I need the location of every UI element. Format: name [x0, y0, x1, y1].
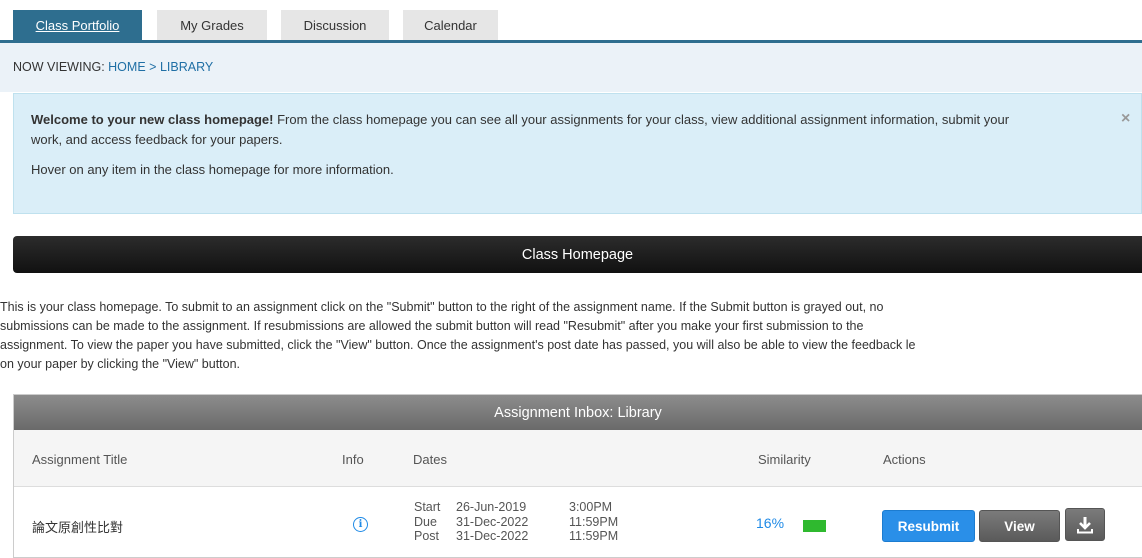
assignment-inbox: Assignment Inbox: Library Assignment Tit… [13, 394, 1142, 558]
tab-class-portfolio[interactable]: Class Portfolio [13, 10, 142, 40]
breadcrumb-current: LIBRARY [159, 60, 214, 74]
column-actions: Actions [883, 452, 926, 467]
view-button[interactable]: View [979, 510, 1060, 542]
welcome-message: Welcome to your new class homepage! From… [31, 110, 1031, 150]
date-value: 31-Dec-2022 [456, 529, 529, 543]
tab-my-grades[interactable]: My Grades [157, 10, 267, 40]
column-similarity: Similarity [758, 452, 811, 467]
date-label: Post [414, 529, 440, 543]
column-dates: Dates [413, 452, 447, 467]
column-info: Info [342, 452, 364, 467]
tab-calendar[interactable]: Calendar [403, 10, 498, 40]
intro-line: on your paper by clicking the "View" but… [0, 357, 241, 371]
download-button[interactable] [1065, 508, 1105, 541]
welcome-heading: Welcome to your new class homepage! [31, 112, 274, 127]
time-value: 11:59PM [569, 529, 619, 543]
close-icon[interactable]: × [1121, 109, 1141, 129]
intro-line: assignment. To view the paper you have s… [0, 338, 916, 352]
breadcrumb-home-link[interactable]: HOME [108, 60, 146, 74]
welcome-alert: Welcome to your new class homepage! From… [13, 93, 1142, 214]
intro-line: This is your class homepage. To submit t… [0, 300, 884, 314]
time-value: 3:00PM [569, 500, 613, 514]
similarity-color-bar[interactable] [803, 520, 826, 532]
date-value: 31-Dec-2022 [456, 514, 529, 529]
welcome-hover-text: Hover on any item in the class homepage … [31, 162, 394, 177]
column-assignment-title: Assignment Title [32, 452, 128, 467]
similarity-score-link[interactable]: 16% [756, 515, 784, 531]
class-homepage-intro: This is your class homepage. To submit t… [0, 298, 1142, 374]
class-homepage-header: Class Homepage [13, 236, 1142, 273]
tab-bar: Class Portfolio My Grades Discussion Cal… [0, 0, 1142, 43]
breadcrumb-separator: > [149, 60, 157, 74]
table-header: Assignment Title Info Dates Similarity A… [14, 430, 1142, 487]
time-value: 11:59PM [569, 514, 619, 529]
breadcrumb-prefix: NOW VIEWING: [13, 60, 105, 74]
download-icon [1077, 516, 1093, 533]
assignment-title: 論文原創性比對 [32, 520, 124, 535]
date-row-due: Due 31-Dec-2022 11:59PM [414, 515, 618, 530]
assignment-inbox-title: Assignment Inbox: Library [14, 395, 1142, 430]
date-row-post: Post 31-Dec-2022 11:59PM [414, 529, 618, 544]
info-circle-icon[interactable]: i [353, 517, 368, 532]
intro-line: submissions can be made to the assignmen… [0, 319, 864, 333]
tab-discussion[interactable]: Discussion [281, 10, 389, 40]
date-row-start: Start 26-Jun-2019 3:00PM [414, 500, 618, 515]
breadcrumb: NOW VIEWING: HOME > LIBRARY [0, 43, 1142, 92]
date-label: Start [414, 500, 441, 514]
date-value: 26-Jun-2019 [456, 500, 527, 514]
table-row: 論文原創性比對 i Start 26-Jun-2019 3:00PM Due 3… [14, 487, 1142, 557]
resubmit-button[interactable]: Resubmit [882, 510, 975, 542]
date-label: Due [414, 514, 437, 529]
assignment-dates: Start 26-Jun-2019 3:00PM Due 31-Dec-2022… [414, 500, 618, 544]
